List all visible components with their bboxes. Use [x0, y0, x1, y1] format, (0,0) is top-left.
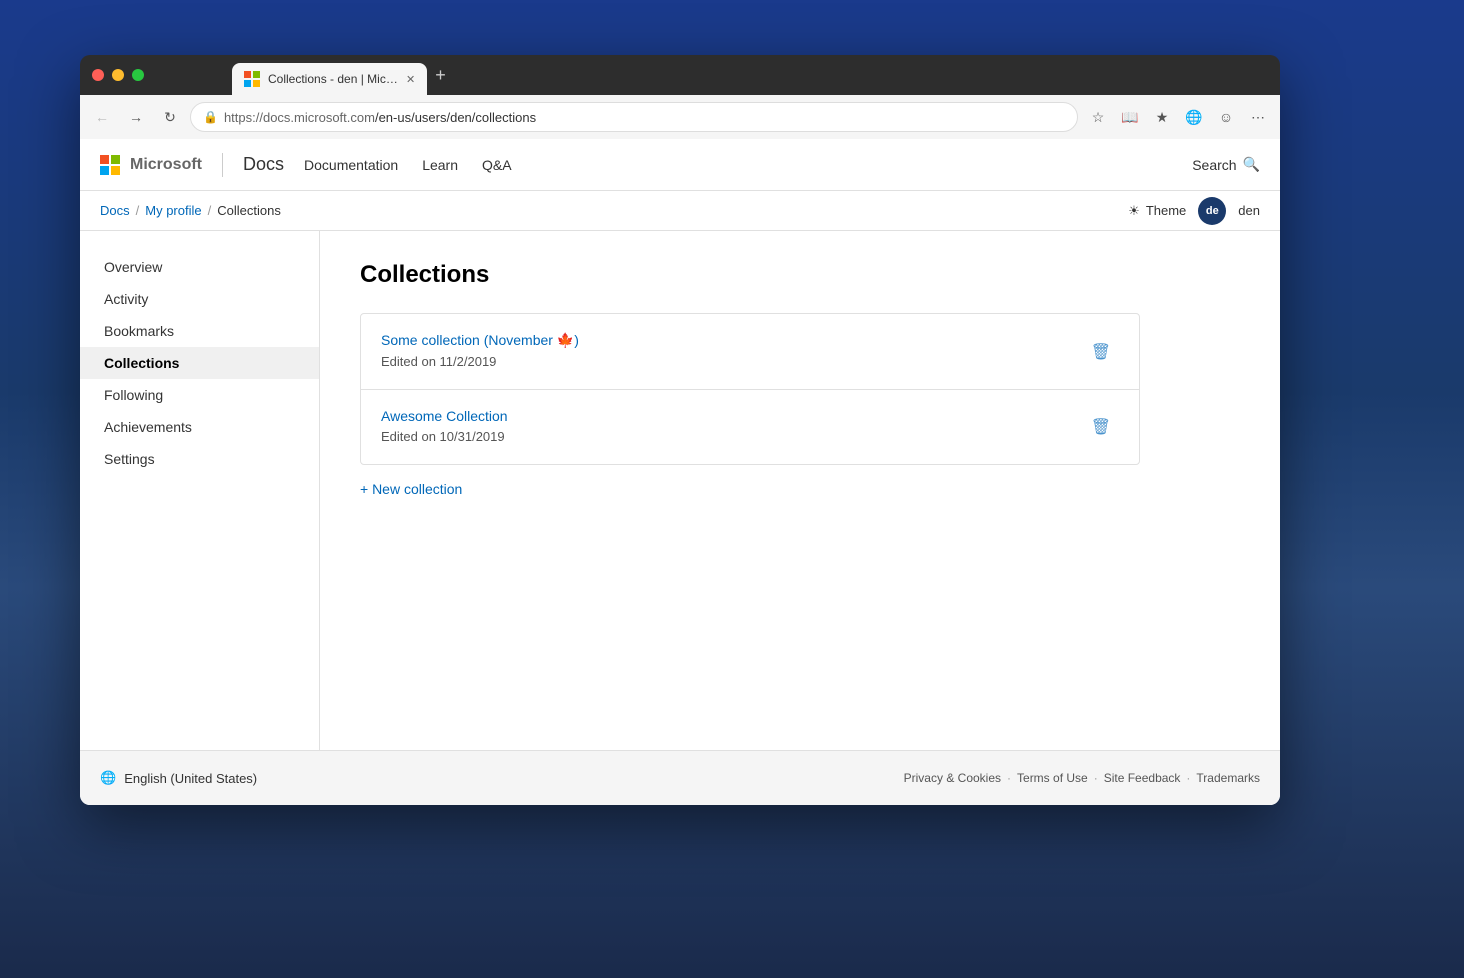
- theme-button[interactable]: ☀ Theme: [1128, 203, 1186, 219]
- ms-squares-icon: [100, 155, 120, 175]
- sidebar-item-overview[interactable]: Overview: [80, 251, 319, 283]
- locale-text[interactable]: English (United States): [124, 771, 257, 786]
- breadcrumb-current: Collections: [217, 203, 281, 218]
- page-title: Collections: [360, 261, 1240, 289]
- microsoft-logo: Microsoft: [100, 155, 202, 175]
- header-right-meta: ☀ Theme de den: [1128, 197, 1260, 225]
- search-icon: 🔍: [1243, 156, 1260, 173]
- new-collection-button[interactable]: + New collection: [360, 465, 1240, 513]
- minimize-button[interactable]: [112, 69, 124, 81]
- collection-date-2: Edited on 10/31/2019: [381, 429, 505, 444]
- url-text: https://docs.microsoft.com/en-us/users/d…: [224, 110, 1065, 125]
- collection-name-2[interactable]: Awesome Collection: [381, 408, 508, 424]
- footer-terms-link[interactable]: Terms of Use: [1017, 771, 1088, 785]
- star-icon[interactable]: ☆: [1084, 103, 1112, 131]
- user-name: den: [1238, 203, 1260, 218]
- back-button[interactable]: ←: [88, 103, 116, 131]
- delete-collection-1-button[interactable]: 🗑: [1083, 338, 1119, 366]
- page-content: Microsoft Docs Documentation Learn Q&A S…: [80, 139, 1280, 805]
- search-label: Search: [1192, 157, 1236, 173]
- active-tab[interactable]: Collections - den | Microsoft Do ✕: [232, 63, 427, 95]
- sidebar-item-activity[interactable]: Activity: [80, 283, 319, 315]
- breadcrumb-sep-2: /: [208, 203, 212, 218]
- nav-documentation[interactable]: Documentation: [304, 157, 398, 173]
- footer-locale: 🌐 English (United States): [100, 770, 257, 786]
- header-right: Search 🔍: [1192, 156, 1260, 173]
- microsoft-label: Microsoft: [130, 156, 202, 174]
- logo-divider: [222, 153, 223, 177]
- footer-sep-3: ·: [1186, 771, 1190, 785]
- emoji-icon[interactable]: ☺: [1212, 103, 1240, 131]
- tab-favicon: [244, 71, 260, 87]
- reader-icon[interactable]: 📖: [1116, 103, 1144, 131]
- more-icon[interactable]: ⋯: [1244, 103, 1272, 131]
- url-domain: https://docs.microsoft.com: [224, 110, 375, 125]
- sidebar-item-bookmarks[interactable]: Bookmarks: [80, 315, 319, 347]
- footer-trademarks-link[interactable]: Trademarks: [1196, 771, 1260, 785]
- forward-button[interactable]: →: [122, 103, 150, 131]
- collection-item-2: Awesome Collection Edited on 10/31/2019 …: [361, 390, 1139, 464]
- footer-privacy-link[interactable]: Privacy & Cookies: [904, 771, 1001, 785]
- tab-title: Collections - den | Microsoft Do: [268, 72, 398, 86]
- profile-icon[interactable]: 🌐: [1180, 103, 1208, 131]
- browser-window: Collections - den | Microsoft Do ✕ + ← →…: [80, 55, 1280, 805]
- new-tab-button[interactable]: +: [427, 65, 454, 86]
- docs-label[interactable]: Docs: [243, 154, 284, 175]
- avatar[interactable]: de: [1198, 197, 1226, 225]
- sidebar: Overview Activity Bookmarks Collections …: [80, 231, 320, 750]
- nav-learn[interactable]: Learn: [422, 157, 458, 173]
- sidebar-item-achievements[interactable]: Achievements: [80, 411, 319, 443]
- breadcrumb-sep-1: /: [136, 203, 140, 218]
- collection-item-1: Some collection (November 🍁) Edited on 1…: [361, 314, 1139, 390]
- breadcrumb-bar: Docs / My profile / Collections ☀ Theme …: [80, 191, 1280, 231]
- footer-links: Privacy & Cookies · Terms of Use · Site …: [904, 771, 1260, 785]
- footer-feedback-link[interactable]: Site Feedback: [1104, 771, 1181, 785]
- collection-name-1[interactable]: Some collection (November 🍁): [381, 332, 579, 349]
- collection-info-1: Some collection (November 🍁) Edited on 1…: [381, 332, 579, 371]
- content-area: Collections Some collection (November 🍁)…: [320, 231, 1280, 750]
- theme-icon: ☀: [1128, 203, 1140, 219]
- refresh-button[interactable]: ↻: [156, 103, 184, 131]
- search-button[interactable]: Search 🔍: [1192, 156, 1260, 173]
- breadcrumb-docs[interactable]: Docs: [100, 203, 130, 218]
- address-bar: ← → ↻ 🔒 https://docs.microsoft.com/en-us…: [80, 95, 1280, 139]
- delete-collection-2-button[interactable]: 🗑: [1083, 413, 1119, 441]
- breadcrumb-my-profile[interactable]: My profile: [145, 203, 201, 218]
- footer-sep-2: ·: [1094, 771, 1098, 785]
- sidebar-item-settings[interactable]: Settings: [80, 443, 319, 475]
- browser-chrome: Collections - den | Microsoft Do ✕ + ← →…: [80, 55, 1280, 139]
- toolbar-icons: ☆ 📖 ★ 🌐 ☺ ⋯: [1084, 103, 1272, 131]
- collection-date-1: Edited on 11/2/2019: [381, 354, 496, 369]
- collection-info-2: Awesome Collection Edited on 10/31/2019: [381, 408, 508, 446]
- site-footer: 🌐 English (United States) Privacy & Cook…: [80, 750, 1280, 805]
- tab-bar: Collections - den | Microsoft Do ✕ +: [172, 55, 1268, 95]
- footer-sep-1: ·: [1007, 771, 1011, 785]
- main-layout: Overview Activity Bookmarks Collections …: [80, 231, 1280, 750]
- site-header: Microsoft Docs Documentation Learn Q&A S…: [80, 139, 1280, 191]
- maximize-button[interactable]: [132, 69, 144, 81]
- collections-card: Some collection (November 🍁) Edited on 1…: [360, 313, 1140, 465]
- lock-icon: 🔒: [203, 110, 218, 124]
- nav-qa[interactable]: Q&A: [482, 157, 512, 173]
- tab-close-icon[interactable]: ✕: [406, 73, 415, 86]
- title-bar: Collections - den | Microsoft Do ✕ +: [80, 55, 1280, 95]
- site-nav: Documentation Learn Q&A: [304, 157, 512, 173]
- url-box[interactable]: 🔒 https://docs.microsoft.com/en-us/users…: [190, 102, 1078, 132]
- sidebar-item-collections[interactable]: Collections: [80, 347, 319, 379]
- url-path: /en-us/users/den/collections: [375, 110, 536, 125]
- theme-label: Theme: [1146, 203, 1186, 218]
- collections-icon[interactable]: ★: [1148, 103, 1176, 131]
- globe-icon: 🌐: [100, 770, 116, 786]
- sidebar-item-following[interactable]: Following: [80, 379, 319, 411]
- close-button[interactable]: [92, 69, 104, 81]
